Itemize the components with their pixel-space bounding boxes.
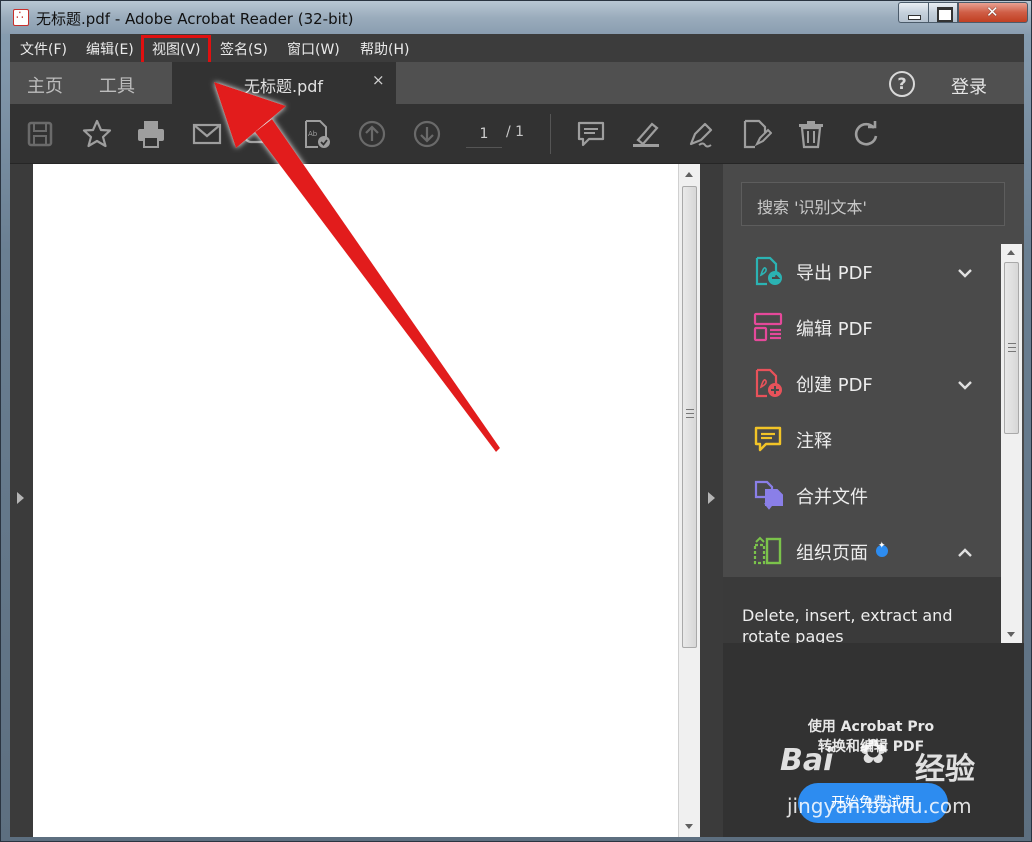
menu-bar: 文件(F) 编辑(E) 视图(V) 签名(S) 窗口(W) 帮助(H) <box>10 34 1024 65</box>
help-icon[interactable]: ? <box>889 71 915 97</box>
tool-create-pdf[interactable]: 创建 PDF <box>723 356 1001 412</box>
document-scrollbar[interactable] <box>678 164 700 837</box>
close-tab-icon[interactable]: × <box>372 71 385 89</box>
tool-comment[interactable]: 注释 <box>723 412 1001 468</box>
document-tab-label: 无标题.pdf <box>244 77 324 96</box>
scroll-up-arrow-icon[interactable] <box>685 172 693 177</box>
scroll-down-arrow-icon[interactable] <box>1007 632 1015 637</box>
menu-help[interactable]: 帮助(H) <box>360 39 409 59</box>
chevron-right-icon <box>17 492 24 504</box>
tool-label: 注释 <box>796 431 832 452</box>
scroll-thumb[interactable] <box>1004 262 1019 434</box>
title-bar[interactable]: 无标题.pdf - Adobe Acrobat Reader (32-bit) <box>1 1 1031 34</box>
tool-label: 合并文件 <box>796 487 868 508</box>
tool-edit-pdf[interactable]: 编辑 PDF <box>723 300 1001 356</box>
document-area <box>10 164 723 837</box>
document-tab[interactable]: 无标题.pdf × <box>172 62 396 104</box>
edit-pdf-icon <box>752 311 784 343</box>
save-icon[interactable] <box>24 118 56 150</box>
bookmark-star-icon[interactable] <box>81 118 113 150</box>
page-up-icon[interactable] <box>356 118 388 150</box>
maximize-button[interactable] <box>928 2 958 23</box>
app-window: 无标题.pdf - Adobe Acrobat Reader (32-bit) … <box>0 0 1032 842</box>
fill-sign-icon[interactable] <box>740 118 773 150</box>
menu-window[interactable]: 窗口(W) <box>287 39 340 59</box>
tool-label: 组织页面 <box>796 539 888 565</box>
page-down-icon[interactable] <box>411 118 443 150</box>
free-trial-button[interactable]: 开始免费试用 <box>798 783 948 823</box>
menu-sign[interactable]: 签名(S) <box>220 39 268 59</box>
email-icon[interactable] <box>191 118 223 150</box>
close-window-button[interactable] <box>958 2 1028 23</box>
chevron-down-icon[interactable] <box>958 376 972 390</box>
tool-label: 创建 PDF <box>796 375 873 396</box>
tool-export-pdf[interactable]: 导出 PDF <box>723 244 1001 300</box>
comment-icon[interactable] <box>575 118 607 150</box>
new-feature-badge-icon <box>876 541 888 557</box>
tool-combine-files[interactable]: 合并文件 <box>723 468 1001 524</box>
pdf-page[interactable] <box>33 164 678 837</box>
acrobat-app-icon <box>13 8 29 26</box>
tab-tools[interactable]: 工具 <box>99 72 135 98</box>
left-panel-toggle[interactable] <box>10 164 33 837</box>
tab-home[interactable]: 主页 <box>27 72 63 98</box>
tool-description: Delete, insert, extract and rotate pages <box>742 606 953 643</box>
tool-organize-pages[interactable]: 组织页面 <box>723 524 1001 576</box>
tool-search-input[interactable]: 搜索 '识别文本' <box>741 182 1005 226</box>
tools-scrollbar[interactable] <box>1001 244 1022 643</box>
promo-subtitle: 转换和编辑 PDF <box>817 739 925 755</box>
sign-pen-icon[interactable] <box>685 118 717 150</box>
upload-cloud-icon[interactable] <box>243 118 276 150</box>
app-body: 文件(F) 编辑(E) 视图(V) 签名(S) 窗口(W) 帮助(H) 主页 工… <box>10 34 1024 837</box>
chevron-up-icon[interactable] <box>958 544 972 557</box>
comment-tool-icon <box>752 423 784 455</box>
minimize-button[interactable] <box>898 2 928 23</box>
tab-row: 主页 工具 无标题.pdf × ? 登录 <box>10 62 1024 104</box>
menu-file[interactable]: 文件(F) <box>20 39 67 59</box>
scroll-grip-icon <box>1008 343 1016 352</box>
window-title: 无标题.pdf - Adobe Acrobat Reader (32-bit) <box>36 10 354 28</box>
menu-edit[interactable]: 编辑(E) <box>86 39 134 59</box>
tool-label: 导出 PDF <box>796 263 873 284</box>
promo-title: 使用 Acrobat Pro <box>807 719 935 735</box>
toolbar-divider <box>550 114 551 154</box>
tool-label: 编辑 PDF <box>796 319 873 340</box>
login-button[interactable]: 登录 <box>951 73 987 99</box>
page-number-input[interactable]: 1 <box>466 120 502 148</box>
tools-list: 导出 PDF 编辑 PDF 创建 PDF 注释 合并文件 组织页面✦ <box>723 244 1001 576</box>
scroll-thumb[interactable] <box>682 186 697 648</box>
page-total: / 1 <box>506 124 525 140</box>
combine-files-icon <box>752 479 784 511</box>
export-pdf-icon <box>752 255 784 287</box>
create-pdf-icon <box>752 367 784 399</box>
scroll-grip-icon <box>686 409 694 418</box>
scroll-up-arrow-icon[interactable] <box>1007 250 1015 255</box>
chevron-right-icon <box>708 492 715 504</box>
rotate-icon[interactable] <box>850 118 882 150</box>
spellcheck-doc-icon[interactable]: Ab <box>300 118 332 150</box>
svg-text:Ab: Ab <box>308 130 318 138</box>
tool-label-text: 组织页面 <box>796 543 868 564</box>
toolbar: Ab 1 / 1 <box>10 104 1024 164</box>
right-panel-toggle[interactable] <box>700 164 723 837</box>
highlight-pen-icon[interactable] <box>630 118 662 150</box>
organize-pages-icon <box>752 535 784 567</box>
scroll-down-arrow-icon[interactable] <box>685 824 693 829</box>
tool-description-panel: Delete, insert, extract and rotate pages <box>723 577 1001 643</box>
view-menu-highlight-box <box>141 35 211 65</box>
delete-icon[interactable] <box>795 118 827 150</box>
pro-promo: 使用 Acrobat Pro 转换和编辑 PDF 开始免费试用 <box>723 643 1024 837</box>
chevron-down-icon[interactable] <box>958 264 972 278</box>
tools-pane: 搜索 '识别文本' 导出 PDF 编辑 PDF 创建 PDF 注释 合并文件 组… <box>723 164 1024 837</box>
print-icon[interactable] <box>135 118 167 150</box>
